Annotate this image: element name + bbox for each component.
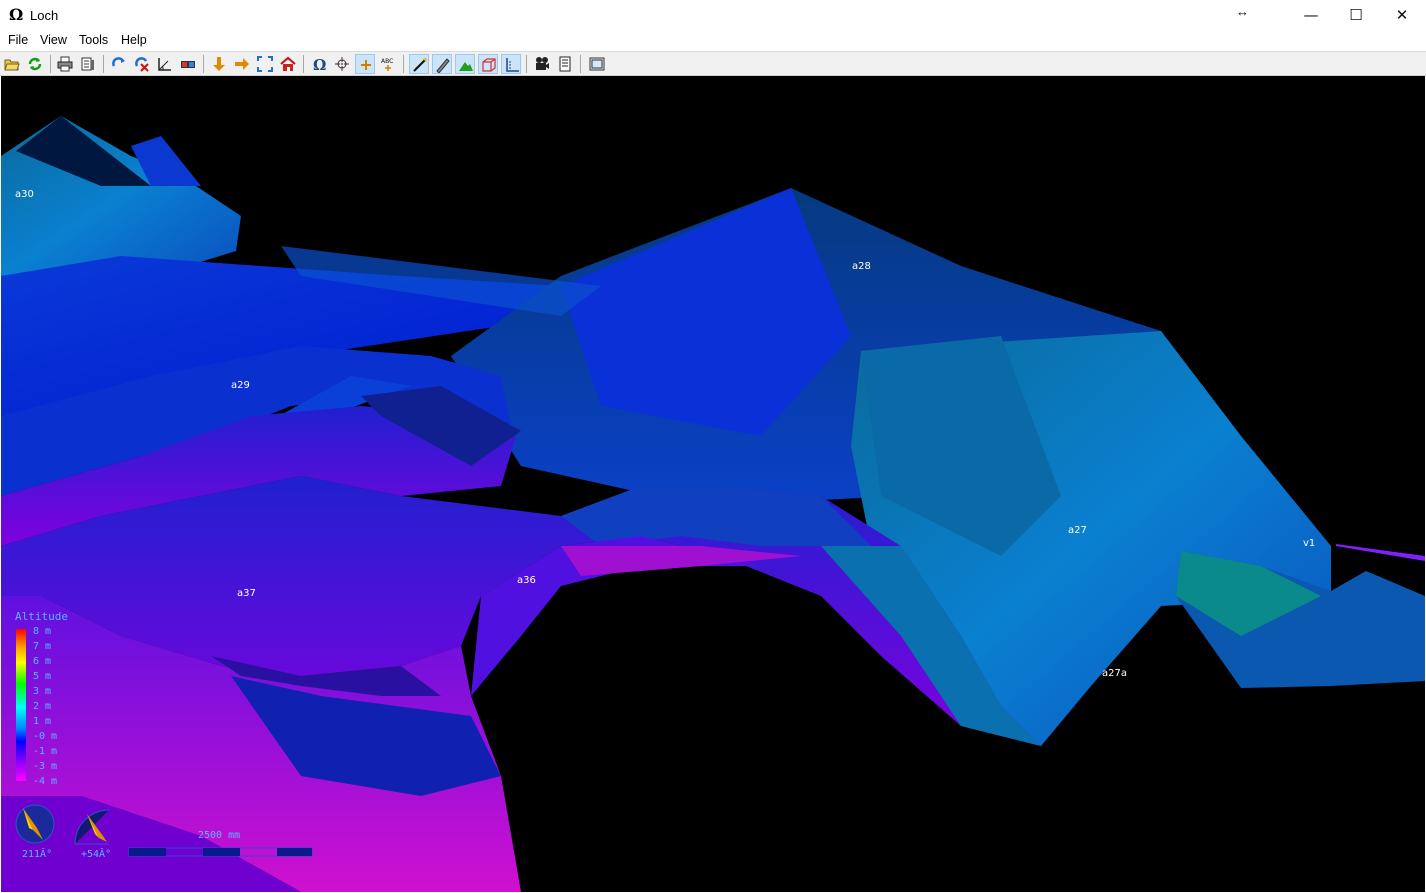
rotate-icon xyxy=(112,57,125,67)
fullscreen-button[interactable] xyxy=(587,54,607,74)
menu-bar: File View Tools Help xyxy=(0,30,1426,51)
home-icon xyxy=(280,56,296,71)
app-omega-icon: Ω xyxy=(9,5,24,24)
resize-arrows-icon: ↔ xyxy=(1236,4,1249,19)
3d-glasses-button[interactable] xyxy=(178,54,198,74)
legend-label: 3 m xyxy=(33,686,52,697)
surface-stations-icon xyxy=(361,60,371,70)
plan-view-icon xyxy=(213,57,225,71)
print-icon xyxy=(57,56,73,72)
toolbar-separator xyxy=(303,55,304,73)
centreline-icon xyxy=(413,58,427,72)
svg-text:ABC: ABC xyxy=(381,58,393,65)
station-label: a27 xyxy=(1068,525,1087,536)
toolbar: Ω ABC xyxy=(0,51,1426,76)
altitude-color-bar xyxy=(16,629,26,781)
home-button[interactable] xyxy=(278,54,298,74)
reload-button[interactable] xyxy=(25,54,45,74)
station-label: a29 xyxy=(231,380,250,391)
svg-text:Ω: Ω xyxy=(313,56,326,72)
reload-icon xyxy=(28,57,42,71)
station-label: a36 xyxy=(517,575,536,586)
walls-icon xyxy=(436,58,450,73)
depth-bar-icon xyxy=(506,58,519,72)
compass-icon[interactable] xyxy=(13,802,57,846)
station-names-button[interactable]: ABC xyxy=(378,54,398,74)
legend-label: -4 m xyxy=(33,776,58,787)
toolbar-separator xyxy=(526,55,527,73)
depth-bar-button[interactable] xyxy=(501,54,521,74)
measure-button[interactable] xyxy=(155,54,175,74)
open-button[interactable] xyxy=(2,54,22,74)
open-icon xyxy=(4,59,20,71)
zoom-extents-button[interactable] xyxy=(255,54,275,74)
legend-title: Altitude xyxy=(15,610,68,623)
cave-passage-render[interactable] xyxy=(1,76,1425,892)
legend-label: 2 m xyxy=(33,701,52,712)
toolbar-separator xyxy=(403,55,404,73)
north-button[interactable]: Ω xyxy=(309,54,329,74)
rotate-stop-button[interactable] xyxy=(132,54,152,74)
maximize-button[interactable]: ☐ xyxy=(1333,0,1379,30)
animation-icon xyxy=(536,57,549,70)
station-label: a27a xyxy=(1102,668,1127,679)
animation-button[interactable] xyxy=(532,54,552,74)
centreline-button[interactable] xyxy=(409,54,429,74)
walls-button[interactable] xyxy=(432,54,452,74)
scale-bar-label: 2500 mm xyxy=(198,830,241,841)
box-button[interactable] xyxy=(478,54,498,74)
north-icon: Ω xyxy=(313,56,326,72)
measure-icon xyxy=(158,58,171,71)
menu-help[interactable]: Help xyxy=(121,33,147,47)
legend-label: -0 m xyxy=(33,731,58,742)
close-button[interactable]: ✕ xyxy=(1379,0,1425,30)
zoom-extents-icon xyxy=(257,56,273,72)
crosshair-icon xyxy=(335,57,349,71)
legend-label: -3 m xyxy=(33,761,58,772)
menu-tools[interactable]: Tools xyxy=(79,33,108,47)
surface-stations-button[interactable] xyxy=(355,54,375,74)
station-label: a37 xyxy=(237,588,256,599)
toolbar-separator xyxy=(580,55,581,73)
crosshair-button[interactable] xyxy=(332,54,352,74)
legend-label: 6 m xyxy=(33,656,52,667)
legend-label: 8 m xyxy=(33,626,52,637)
station-label: a30 xyxy=(15,189,34,200)
tilt-readout: +54Â° xyxy=(81,849,112,860)
info-panel-icon xyxy=(559,56,571,72)
menu-file[interactable]: File xyxy=(8,33,28,47)
elevation-view-icon xyxy=(235,58,249,70)
toolbar-separator xyxy=(203,55,204,73)
plan-view-button[interactable] xyxy=(209,54,229,74)
surface-button[interactable] xyxy=(455,54,475,74)
rotate-button[interactable] xyxy=(109,54,129,74)
legend-label: 5 m xyxy=(33,671,52,682)
3d-glasses-icon xyxy=(181,61,195,68)
fullscreen-icon xyxy=(589,57,605,71)
export-icon xyxy=(81,57,94,71)
legend-label: 1 m xyxy=(33,716,52,727)
station-label: v1 xyxy=(1303,538,1316,549)
toolbar-separator xyxy=(103,55,104,73)
minimize-button[interactable]: — xyxy=(1288,0,1334,30)
station-label: a28 xyxy=(852,261,871,272)
print-button[interactable] xyxy=(55,54,75,74)
legend-label: -1 m xyxy=(33,746,58,757)
menu-view[interactable]: View xyxy=(40,33,67,47)
box-icon xyxy=(482,58,496,72)
legend-label: 7 m xyxy=(33,641,52,652)
elevation-view-button[interactable] xyxy=(232,54,252,74)
title-bar: Ω Loch ↔ — ☐ ✕ xyxy=(0,0,1426,30)
cave-3d-viewport[interactable]: a30 a28 a29 a27 v1 a37 a36 a27a Altitude… xyxy=(1,76,1425,892)
rotate-stop-icon xyxy=(135,57,149,72)
toolbar-separator xyxy=(50,55,51,73)
info-panel-button[interactable] xyxy=(555,54,575,74)
surface-icon xyxy=(459,62,473,71)
station-names-icon: ABC xyxy=(381,58,393,71)
compass-bearing-readout: 211Â° xyxy=(22,849,53,860)
scale-bar xyxy=(128,847,313,857)
clinometer-icon[interactable] xyxy=(73,808,113,848)
export-button[interactable] xyxy=(78,54,98,74)
window-title: Loch xyxy=(30,8,59,23)
